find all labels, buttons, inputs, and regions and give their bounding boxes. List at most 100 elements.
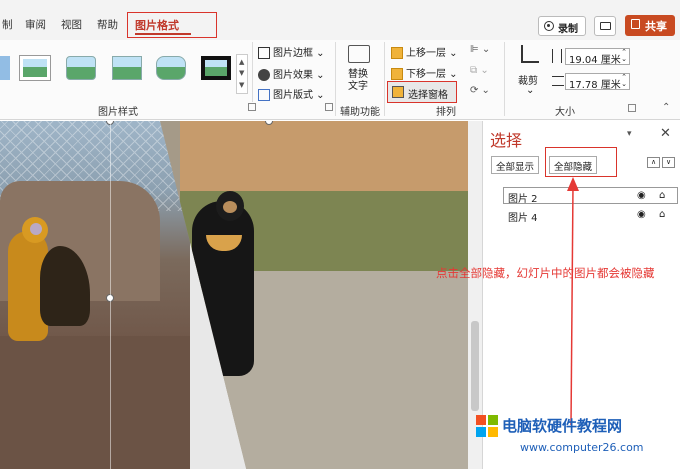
unlock-icon[interactable]: ⌂	[659, 190, 665, 201]
align-icon[interactable]: ⊫ ⌄	[470, 44, 490, 55]
tab-view[interactable]: 视图	[61, 17, 82, 32]
picture-4[interactable]	[160, 121, 468, 469]
dialog-launcher-icon[interactable]	[248, 103, 256, 111]
alt-text-icon	[348, 45, 370, 63]
watermark-url: www.computer26.com	[520, 441, 644, 454]
list-item[interactable]: 图片 2 ◉ ⌂	[503, 187, 678, 205]
watermark-title: 电脑软硬件教程网	[502, 417, 623, 435]
rock-base	[0, 336, 190, 469]
arrange-group-label: 排列	[436, 107, 456, 118]
send-backward-button[interactable]: 下移一层 ⌄	[391, 65, 458, 80]
crop-icon	[521, 45, 539, 63]
tab-review[interactable]: 审阅	[25, 17, 46, 32]
picture-style-thumb-4[interactable]	[156, 56, 186, 80]
width-field[interactable]: 17.78 厘米 ⌃ ⌄	[565, 73, 630, 91]
picture-border-icon	[258, 47, 270, 59]
ribbon-separator	[335, 42, 336, 116]
spinner-icon[interactable]: ⌃ ⌄	[621, 49, 627, 63]
chevron-down-icon: ⌄	[526, 85, 535, 96]
hide-all-button[interactable]: 全部隐藏	[549, 156, 598, 174]
height-icon	[552, 49, 562, 63]
picture-style-thumb-2[interactable]	[66, 56, 96, 80]
slide-canvas	[0, 121, 468, 469]
picture-effects-button[interactable]: 图片效果 ⌄	[258, 66, 325, 81]
height-field[interactable]: 19.04 厘米 ⌃ ⌄	[565, 48, 630, 66]
windows-logo	[476, 415, 498, 437]
tab-help[interactable]: 帮助	[97, 17, 118, 32]
style-thumb-partial[interactable]	[0, 56, 10, 80]
comment-icon	[600, 22, 611, 30]
send-backward-label: 下移一层	[406, 69, 446, 80]
close-icon[interactable]: ✕	[660, 126, 671, 141]
picture-effects-icon	[258, 69, 270, 81]
annotation-text: 点击全部隐藏，幻灯片中的图片都会被隐藏	[436, 266, 655, 280]
picture-style-thumb-3[interactable]	[112, 56, 142, 80]
picture-border-button[interactable]: 图片边框 ⌄	[258, 44, 325, 59]
move-down-icon[interactable]: ∨	[662, 157, 675, 168]
crop-button[interactable]: 裁剪 ⌄	[516, 45, 544, 97]
picture-style-thumb-1[interactable]	[19, 55, 51, 81]
annotation-arrow	[567, 177, 579, 426]
tab-partial[interactable]: 制	[2, 17, 13, 32]
record-icon	[544, 21, 554, 31]
scrollbar-thumb[interactable]	[471, 321, 479, 411]
ribbon: ▲ ▼ ▼ 图片样式 图片边框 ⌄ 图片效果 ⌄ 图片版式 ⌄ 替换 文字 辅助…	[0, 40, 680, 120]
picture-styles-group-label: 图片样式	[98, 107, 138, 118]
dialog-launcher-icon[interactable]	[628, 104, 636, 112]
share-label: 共享	[645, 20, 667, 33]
rotate-icon[interactable]: ⟳ ⌄	[470, 85, 490, 96]
alt-text-button[interactable]: 替换 文字	[345, 45, 373, 97]
picture-layout-button[interactable]: 图片版式 ⌄	[258, 86, 325, 101]
selection-pane-label: 选择窗格	[408, 90, 448, 101]
picture-layout-icon	[258, 89, 270, 101]
collapse-ribbon-icon[interactable]: ⌃	[662, 102, 670, 113]
share-button[interactable]: 共享	[625, 15, 675, 36]
spinner-icon[interactable]: ⌃ ⌄	[621, 74, 627, 88]
accessibility-group-label: 辅助功能	[340, 107, 380, 118]
bear-muzzle	[223, 201, 237, 213]
show-all-button[interactable]: 全部显示	[491, 156, 540, 174]
selection-outline	[110, 121, 111, 469]
height-value: 19.04 厘米	[569, 55, 621, 66]
pane-options-icon[interactable]: ▾	[627, 129, 632, 139]
picture-border-label: 图片边框	[273, 48, 313, 59]
record-button[interactable]: 录制	[538, 16, 586, 36]
list-item[interactable]: 图片 4 ◉ ⌂	[503, 207, 678, 224]
unlock-icon[interactable]: ⌂	[659, 209, 665, 220]
ribbon-tab-bar: 制 审阅 视图 帮助 图片格式 录制 共享	[0, 0, 680, 40]
comments-button[interactable]	[594, 16, 616, 36]
picture-layout-label: 图片版式	[273, 90, 313, 101]
share-icon	[631, 19, 640, 29]
width-value: 17.78 厘米	[569, 80, 621, 91]
width-icon	[552, 76, 564, 86]
item-label: 图片 2	[508, 194, 538, 205]
ribbon-separator	[504, 42, 505, 116]
picture-2[interactable]	[0, 121, 190, 469]
eye-icon[interactable]: ◉	[637, 190, 646, 201]
monkey-face	[30, 223, 42, 235]
bear-figure	[192, 201, 254, 376]
ribbon-separator	[384, 42, 385, 116]
selection-pane-icon	[392, 86, 404, 98]
size-group-label: 大小	[555, 107, 575, 118]
move-up-icon[interactable]: ∧	[647, 157, 660, 168]
tab-picture-format-label: 图片格式	[135, 19, 179, 32]
wall	[180, 121, 468, 191]
item-label: 图片 4	[508, 213, 538, 224]
bring-forward-icon	[391, 47, 403, 59]
bring-forward-label: 上移一层	[406, 48, 446, 59]
alt-text-label: 替换 文字	[348, 69, 368, 92]
styles-gallery-scroll[interactable]: ▲ ▼ ▼	[236, 54, 248, 94]
active-tab-underline	[135, 33, 191, 35]
picture-effects-label: 图片效果	[273, 70, 313, 81]
tab-picture-format[interactable]: 图片格式	[127, 12, 217, 38]
group-icon[interactable]: ⧉ ⌄	[470, 65, 489, 76]
record-label: 录制	[558, 24, 578, 35]
bring-forward-button[interactable]: 上移一层 ⌄	[391, 44, 458, 59]
eye-icon[interactable]: ◉	[637, 209, 646, 220]
selection-pane-button[interactable]: 选择窗格	[387, 81, 457, 103]
send-backward-icon	[391, 68, 403, 80]
selection-pane-title: 选择	[490, 131, 523, 150]
picture-style-thumb-5[interactable]	[201, 56, 231, 80]
dialog-launcher-icon[interactable]	[325, 103, 333, 111]
